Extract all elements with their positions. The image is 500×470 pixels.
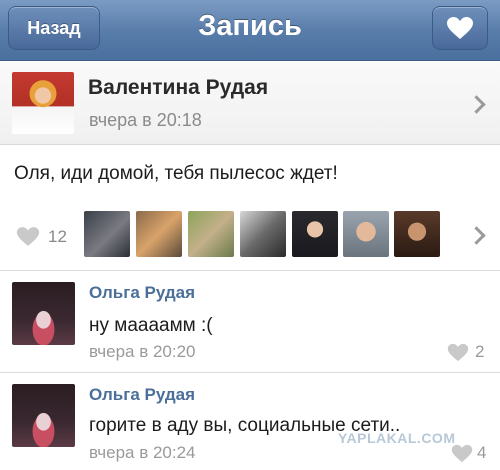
comment-item[interactable]: Ольга Рудая ну маааамм :( вчера в 20:20 … xyxy=(0,271,500,371)
comment-timestamp: вчера в 20:24 xyxy=(89,443,196,462)
page-title: Запись xyxy=(198,10,302,42)
liker-avatar[interactable] xyxy=(240,211,286,257)
comment-item[interactable]: Ольга Рудая горите в аду вы, социальные … xyxy=(0,373,500,470)
heart-icon xyxy=(447,17,473,39)
liker-avatar[interactable] xyxy=(136,211,182,257)
comment-likes-count: 2 xyxy=(475,342,485,361)
comment-author[interactable]: Ольга Рудая xyxy=(89,283,195,303)
comment-author[interactable]: Ольга Рудая xyxy=(89,385,195,405)
comment-timestamp: вчера в 20:20 xyxy=(89,342,196,361)
chevron-right-icon xyxy=(467,95,486,114)
watermark: YAPLAKAL.COM xyxy=(338,430,456,446)
heart-icon[interactable] xyxy=(447,343,469,362)
author-name[interactable]: Валентина Рудая xyxy=(88,76,268,100)
liker-avatar[interactable] xyxy=(343,211,389,257)
comment-text: ну маааамм :( xyxy=(89,315,213,336)
navigation-bar: Назад Запись xyxy=(0,0,500,61)
liker-avatar[interactable] xyxy=(188,211,234,257)
comment-likes-count: 4 xyxy=(477,443,487,462)
commenter-avatar[interactable] xyxy=(12,384,75,447)
favorite-button[interactable] xyxy=(432,6,488,50)
commenter-avatar[interactable] xyxy=(12,282,75,345)
post-timestamp: вчера в 20:18 xyxy=(89,110,202,130)
heart-icon[interactable] xyxy=(451,444,473,463)
heart-icon xyxy=(16,227,40,246)
chevron-right-icon xyxy=(467,226,486,245)
author-avatar[interactable] xyxy=(12,72,74,134)
likes-count: 12 xyxy=(48,227,67,246)
liker-avatar[interactable] xyxy=(292,211,338,257)
liker-avatar[interactable] xyxy=(394,211,440,257)
liker-avatar[interactable] xyxy=(84,211,130,257)
post-text: Оля, иди домой, тебя пылесос ждет! xyxy=(14,163,338,184)
likes-row[interactable]: 12 xyxy=(0,205,500,265)
post-author-row[interactable]: Валентина Рудая вчера в 20:18 xyxy=(0,62,500,145)
